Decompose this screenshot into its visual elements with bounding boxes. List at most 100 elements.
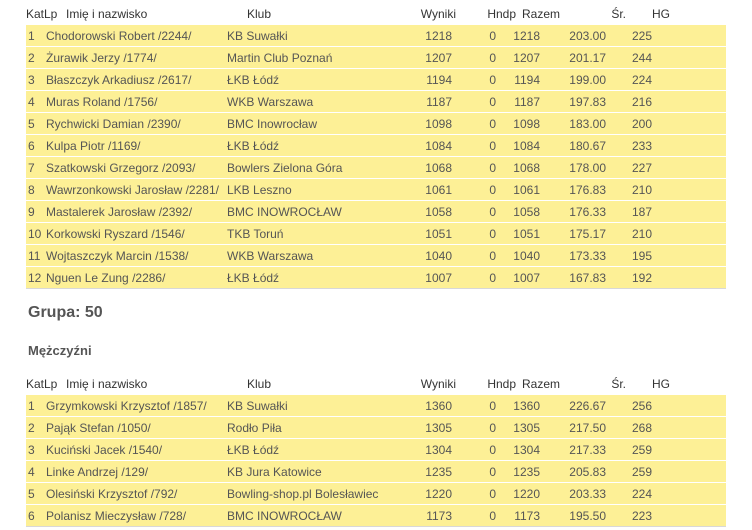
cell-average: 217.50 — [569, 421, 606, 435]
results-table-1: KatLp Imię i nazwisko Klub Wyniki Hndp R… — [26, 5, 726, 289]
cell-hndp: 0 — [489, 421, 496, 435]
table-row: 3 Kuciński Jacek /1540/ŁKB Łódź 1304 0 1304 2… — [26, 439, 726, 461]
cell-hndp: 0 — [489, 227, 496, 241]
table-row: 9 Mastalerek Jarosław /2392/BMC INOWROCŁA… — [26, 201, 726, 223]
cell-lp: 5 — [28, 487, 35, 501]
header-name: Imię i nazwisko — [66, 7, 148, 21]
cell-average: 205.83 — [569, 465, 606, 479]
cell-hndp: 0 — [489, 399, 496, 413]
cell-club: WKB Warszawa — [227, 95, 314, 109]
cell-average: 203.00 — [569, 29, 606, 43]
cell-hndp: 0 — [489, 487, 496, 501]
cell-razem: 1218 — [513, 29, 540, 43]
cell-average: 201.17 — [569, 51, 606, 65]
header-hndp: Hndp — [487, 377, 516, 391]
cell-average: 175.17 — [569, 227, 606, 241]
cell-wyniki: 1220 — [425, 487, 452, 501]
cell-player-name: Muras Roland /1756/ — [46, 95, 158, 109]
cell-player-name: Korkowski Ryszard /1546/ — [46, 227, 185, 241]
cell-hndp: 0 — [489, 161, 496, 175]
cell-razem: 1304 — [513, 443, 540, 457]
cell-lp: 9 — [28, 205, 35, 219]
cell-hndp: 0 — [489, 183, 496, 197]
cell-average: 173.33 — [569, 249, 606, 263]
cell-lp: 11 — [28, 249, 41, 263]
cell-wyniki: 1058 — [425, 205, 452, 219]
cell-hndp: 0 — [489, 117, 496, 131]
cell-razem: 1058 — [513, 205, 540, 219]
cell-lp: 1 — [28, 29, 35, 43]
cell-wyniki: 1084 — [425, 139, 452, 153]
cell-razem: 1207 — [513, 51, 540, 65]
header-razem: Razem — [521, 7, 560, 21]
cell-hndp: 0 — [489, 29, 496, 43]
table-row: 6 Kulpa Piotr /1169/ŁKB Łódź 1084 0 1084 180.… — [26, 135, 726, 157]
table-row: 11 Wojtaszczyk Marcin /1538/WKB Warszawa 1… — [26, 245, 726, 267]
table-row: 1 Grzymkowski Krzysztof /1857/KB Suwałki 1… — [26, 395, 726, 417]
cell-razem: 1360 — [513, 399, 540, 413]
cell-player-name: Wawrzonkowski Jarosław /2281/ — [46, 183, 219, 197]
cell-lp: 2 — [28, 421, 35, 435]
cell-lp: 4 — [28, 465, 35, 479]
table-row: 5 Olesiński Krzysztof /792/Bowling-shop.p… — [26, 483, 726, 505]
cell-average: 180.67 — [569, 139, 606, 153]
header-hndp: Hndp — [487, 7, 516, 21]
cell-average: 203.33 — [569, 487, 606, 501]
cell-average: 176.33 — [569, 205, 606, 219]
cell-razem: 1098 — [513, 117, 540, 131]
cell-average: 183.00 — [569, 117, 606, 131]
cell-razem: 1305 — [513, 421, 540, 435]
cell-wyniki: 1304 — [425, 443, 452, 457]
cell-player-name: Grzymkowski Krzysztof /1857/ — [46, 399, 207, 413]
cell-lp: 7 — [28, 161, 35, 175]
table-header: KatLp Imię i nazwisko Klub Wyniki Hndp R… — [26, 5, 726, 25]
cell-player-name: Nguen Le Zung /2286/ — [46, 271, 166, 285]
cell-lp: 6 — [28, 509, 35, 523]
cell-hndp: 0 — [489, 51, 496, 65]
cell-lp: 2 — [28, 51, 35, 65]
table-row: 2 Żurawik Jerzy /1774/Martin Club Poznań 1… — [26, 47, 726, 69]
cell-hndp: 0 — [489, 271, 496, 285]
cell-high-game: 268 — [631, 421, 652, 435]
cell-average: 226.67 — [569, 399, 606, 413]
cell-hndp: 0 — [489, 249, 496, 263]
cell-wyniki: 1187 — [426, 95, 452, 109]
cell-lp: 8 — [28, 183, 35, 197]
cell-wyniki: 1360 — [425, 399, 452, 413]
cell-high-game: 225 — [631, 29, 652, 43]
cell-wyniki: 1218 — [425, 29, 452, 43]
cell-hndp: 0 — [489, 95, 496, 109]
cell-player-name: Mastalerek Jarosław /2392/ — [46, 205, 193, 219]
group-title: Grupa: 50 — [28, 304, 103, 321]
cell-lp: 4 — [28, 95, 35, 109]
cell-razem: 1235 — [513, 465, 540, 479]
table-row: 3 Błaszczyk Arkadiusz /2617/ŁKB Łódź 1194 0… — [26, 69, 726, 91]
cell-club: Bowling-shop.pl Bolesławiec — [227, 487, 379, 501]
cell-club: LKB Leszno — [227, 183, 292, 197]
cell-player-name: Kuciński Jacek /1540/ — [46, 443, 163, 457]
cell-hndp: 0 — [489, 73, 496, 87]
cell-high-game: 259 — [631, 465, 652, 479]
header-sr: Śr. — [611, 7, 626, 21]
cell-wyniki: 1173 — [426, 509, 452, 523]
cell-high-game: 227 — [631, 161, 652, 175]
cell-player-name: Błaszczyk Arkadiusz /2617/ — [46, 73, 192, 87]
cell-high-game: 187 — [631, 205, 652, 219]
header-club: Klub — [247, 7, 272, 21]
table-row: 10 Korkowski Ryszard /1546/TKB Toruń 1051 0… — [26, 223, 726, 245]
cell-average: 197.83 — [569, 95, 606, 109]
cell-wyniki: 1207 — [425, 51, 452, 65]
cell-high-game: 200 — [631, 117, 652, 131]
header-wyniki: Wyniki — [420, 7, 456, 21]
header-name: Imię i nazwisko — [66, 377, 148, 391]
cell-high-game: 192 — [631, 271, 652, 285]
cell-high-game: 224 — [631, 73, 652, 87]
cell-high-game: 244 — [631, 51, 652, 65]
cell-club: Bowlers Zielona Góra — [227, 161, 343, 175]
cell-wyniki: 1305 — [425, 421, 452, 435]
cell-player-name: Szatkowski Grzegorz /2093/ — [46, 161, 196, 175]
cell-club: BMC Inowrocław — [227, 117, 318, 131]
cell-razem: 1007 — [513, 271, 540, 285]
table-row: 6 Polanisz Mieczysław /728/BMC INOWROCŁAW… — [26, 505, 726, 527]
cell-lp: 12 — [28, 271, 42, 285]
